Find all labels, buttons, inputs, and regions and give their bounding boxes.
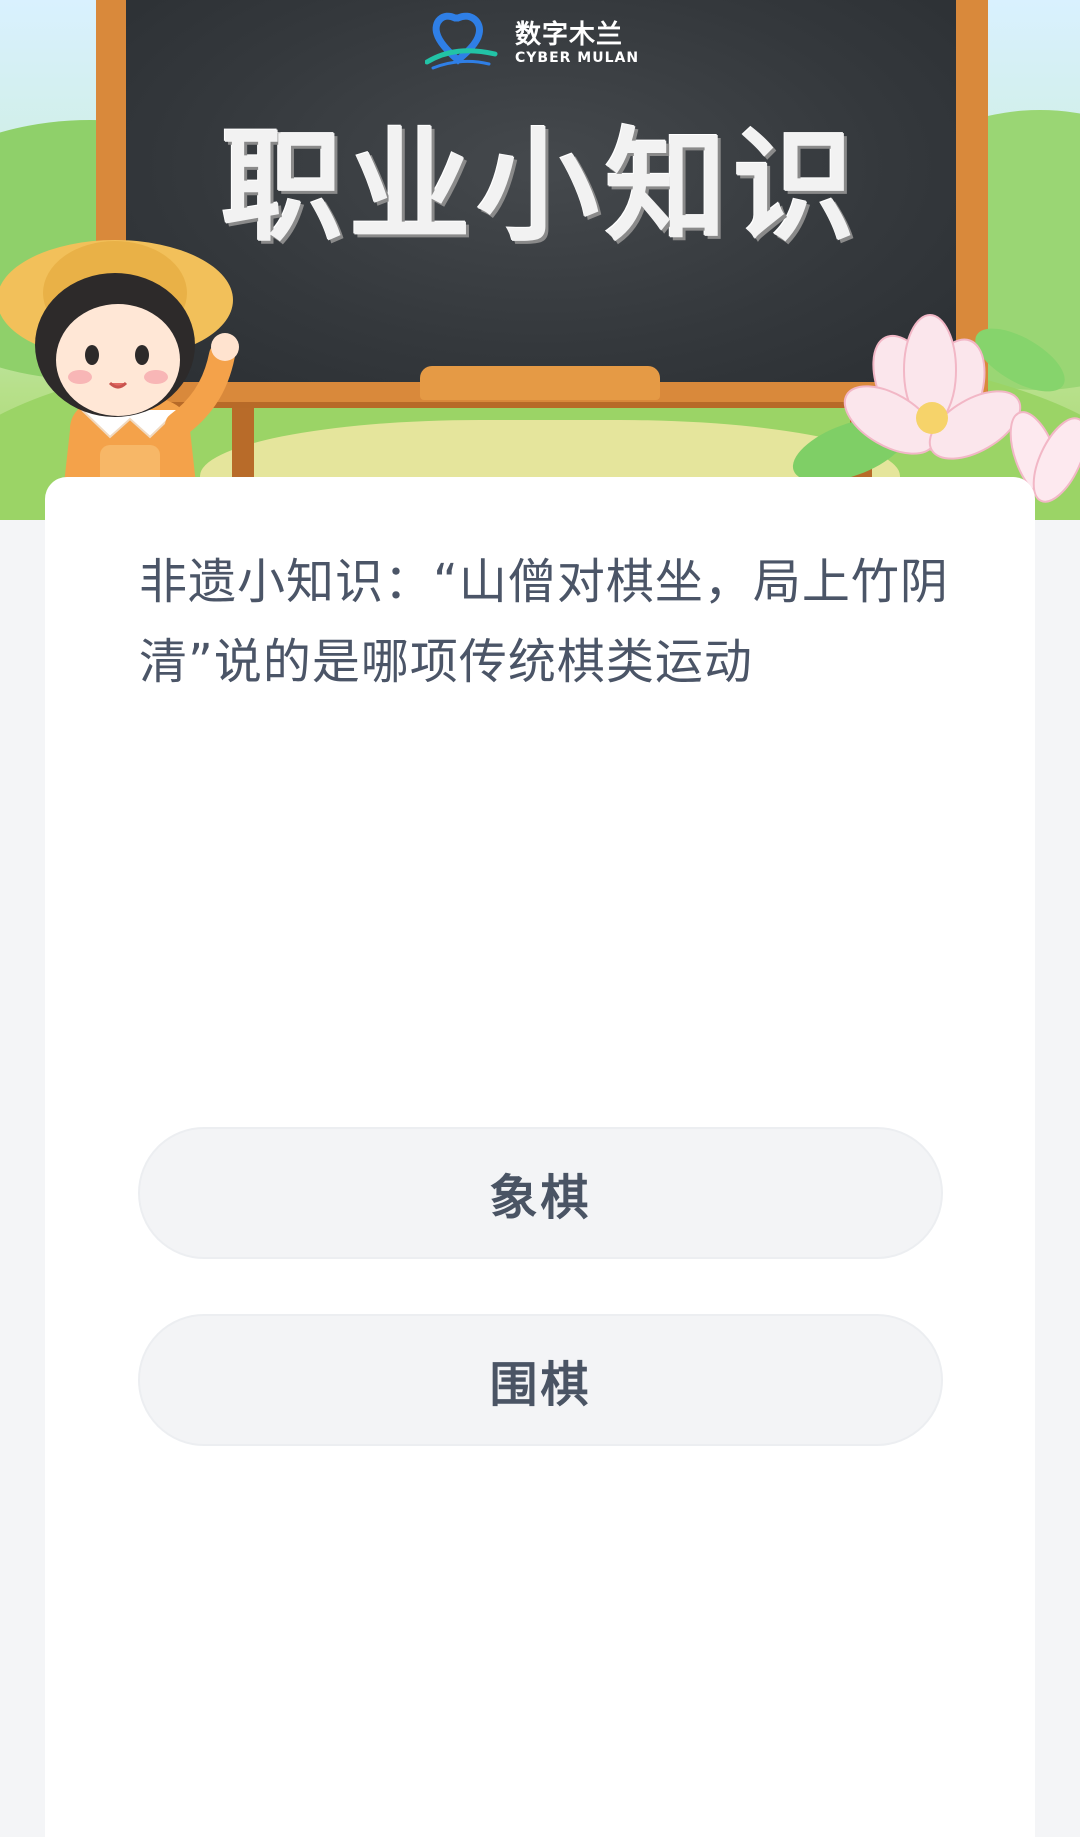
brand-name: 数字木兰 xyxy=(515,20,624,50)
question-text: 非遗小知识：“山僧对棋坐，局上竹阴清”说的是哪项传统棋类运动 xyxy=(139,554,949,690)
banner: 数字木兰 CYBER MULAN 职业小知识 xyxy=(0,0,1080,520)
question-card: 非遗小知识：“山僧对棋坐，局上竹阴清”说的是哪项传统棋类运动 象棋 围棋 xyxy=(45,477,1035,1837)
brand-header: 数字木兰 CYBER MULAN xyxy=(425,10,655,70)
brand-logo-icon xyxy=(425,12,498,70)
mascot-girl-icon xyxy=(0,240,239,520)
answer-option-weiqi[interactable]: 围棋 xyxy=(138,1314,943,1446)
brand-subtitle: CYBER MULAN xyxy=(515,50,640,66)
answer-option-xiangqi[interactable]: 象棋 xyxy=(138,1127,943,1259)
chalkboard-ledge xyxy=(420,366,660,400)
